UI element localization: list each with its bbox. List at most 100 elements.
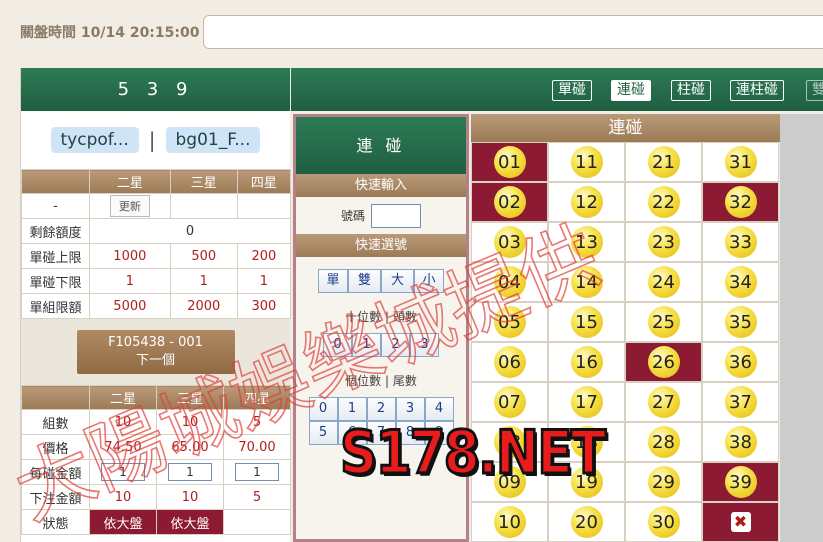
table-cell: 1000 bbox=[89, 243, 171, 269]
number-cell[interactable]: 34 bbox=[702, 262, 779, 302]
number-cell[interactable]: 35 bbox=[702, 302, 779, 342]
number-cell[interactable]: 01 bbox=[471, 142, 548, 182]
tab-combo[interactable]: 連碰 bbox=[611, 80, 651, 101]
number-cell[interactable]: 05 bbox=[471, 302, 548, 342]
odd-button[interactable]: 單 bbox=[318, 269, 348, 293]
refresh-button[interactable]: 更新 bbox=[109, 195, 150, 217]
tab-column[interactable]: 柱碰 bbox=[671, 80, 711, 101]
tens-digit-button[interactable]: 0 bbox=[323, 333, 352, 357]
number-cell[interactable]: 15 bbox=[548, 302, 625, 342]
number-cell[interactable]: 36 bbox=[702, 342, 779, 382]
number-ball: 33 bbox=[724, 226, 757, 258]
number-cell[interactable]: 03 bbox=[471, 222, 548, 262]
table-header: 四星 bbox=[223, 385, 291, 410]
number-ball: 26 bbox=[647, 346, 680, 378]
account-chip[interactable]: tycpof... bbox=[50, 127, 139, 153]
limit-table: 二星 三星 四星 - 更新 剩餘額度 0 單碰上限 1000 500 200 單… bbox=[21, 169, 292, 319]
row-label: 組數 bbox=[21, 409, 90, 435]
table-header: 四星 bbox=[236, 169, 292, 194]
stake-input[interactable]: 1 bbox=[168, 463, 212, 481]
table-cell: 1 bbox=[89, 459, 157, 485]
number-cell[interactable]: 17 bbox=[548, 382, 625, 422]
number-cell[interactable]: 16 bbox=[548, 342, 625, 382]
next-button-code: F105438 - 001 bbox=[108, 335, 203, 350]
number-cell[interactable]: 12 bbox=[548, 182, 625, 222]
number-ball: 01 bbox=[493, 146, 526, 178]
units-digit-button[interactable]: 0 bbox=[308, 397, 338, 421]
tens-digit-button[interactable]: 3 bbox=[410, 333, 439, 357]
units-digit-button[interactable]: 5 bbox=[308, 421, 338, 445]
number-cell[interactable]: 06 bbox=[471, 342, 548, 382]
units-label: 個位數 | 尾數 bbox=[345, 374, 417, 388]
number-cell[interactable]: 20 bbox=[548, 502, 625, 542]
number-ball: 07 bbox=[493, 386, 526, 418]
number-ball: 29 bbox=[647, 466, 680, 498]
tens-buttons: 0 1 2 3 bbox=[296, 333, 466, 357]
stake-input[interactable]: 1 bbox=[235, 463, 279, 481]
stake-input[interactable]: 1 bbox=[101, 463, 145, 481]
table-header: 二星 bbox=[89, 169, 171, 194]
number-cell[interactable]: 14 bbox=[548, 262, 625, 302]
number-cell[interactable]: 10 bbox=[471, 502, 548, 542]
account-chip[interactable]: bg01_F... bbox=[165, 127, 261, 153]
number-cell[interactable]: 11 bbox=[548, 142, 625, 182]
tens-digit-button[interactable]: 1 bbox=[352, 333, 381, 357]
number-ball: 06 bbox=[493, 346, 526, 378]
number-cell[interactable]: 22 bbox=[625, 182, 702, 222]
number-cell[interactable]: 38 bbox=[702, 422, 779, 462]
number-ball: 20 bbox=[570, 506, 603, 538]
tens-label: 十位數 | 頭數 bbox=[345, 310, 417, 324]
small-button[interactable]: 小 bbox=[414, 269, 444, 293]
number-cell[interactable]: 13 bbox=[548, 222, 625, 262]
number-cell[interactable]: 21 bbox=[625, 142, 702, 182]
number-cell[interactable]: 02 bbox=[471, 182, 548, 222]
table-header: 三星 bbox=[156, 385, 224, 410]
number-cell[interactable]: 28 bbox=[625, 422, 702, 462]
number-cell[interactable]: 04 bbox=[471, 262, 548, 302]
table-cell: 10 bbox=[89, 484, 157, 510]
number-cell[interactable]: 33 bbox=[702, 222, 779, 262]
number-cell[interactable]: 24 bbox=[625, 262, 702, 302]
tens-digit-button[interactable]: 2 bbox=[381, 333, 410, 357]
tab-column-combo[interactable]: 連柱碰 bbox=[730, 80, 784, 101]
code-label: 號碼 bbox=[340, 209, 365, 223]
tab-double[interactable]: 雙 bbox=[806, 80, 823, 101]
number-ball: 11 bbox=[570, 146, 603, 178]
number-cell[interactable]: 26 bbox=[625, 342, 702, 382]
number-ball: 39 bbox=[724, 466, 757, 498]
even-button[interactable]: 雙 bbox=[348, 269, 381, 293]
number-cell[interactable]: 27 bbox=[625, 382, 702, 422]
left-panel: 5 3 9 tycpof... | bg01_F... 二星 三星 四星 - 更… bbox=[20, 68, 292, 542]
number-cell[interactable]: 25 bbox=[625, 302, 702, 342]
tab-single[interactable]: 單碰 bbox=[552, 80, 592, 101]
number-cell[interactable]: 07 bbox=[471, 382, 548, 422]
clear-selection-button[interactable]: ✖ bbox=[702, 502, 779, 542]
number-cell[interactable]: 39 bbox=[702, 462, 779, 502]
number-cell[interactable]: 37 bbox=[702, 382, 779, 422]
table-cell: 74.50 bbox=[89, 434, 157, 460]
status-badge: 依大盤 bbox=[156, 509, 224, 535]
number-cell[interactable]: 30 bbox=[625, 502, 702, 542]
table-cell: 1 bbox=[156, 459, 224, 485]
number-cell[interactable]: 29 bbox=[625, 462, 702, 502]
number-ball: 05 bbox=[493, 306, 526, 338]
close-time-field[interactable] bbox=[203, 15, 823, 49]
row-label: 每碰金額 bbox=[21, 459, 90, 485]
number-ball: 24 bbox=[647, 266, 680, 298]
row-label: 單碰下限 bbox=[21, 268, 90, 294]
number-cell[interactable]: 32 bbox=[702, 182, 779, 222]
number-cell[interactable]: 31 bbox=[702, 142, 779, 182]
next-button[interactable]: F105438 - 001 下一個 bbox=[76, 330, 235, 374]
number-cell[interactable]: 23 bbox=[625, 222, 702, 262]
game-title: 5 3 9 bbox=[21, 68, 290, 111]
table-cell: 65.00 bbox=[156, 434, 224, 460]
close-icon[interactable]: ✖ bbox=[730, 512, 751, 532]
table-cell: 5 bbox=[223, 484, 291, 510]
table-header bbox=[21, 385, 90, 410]
big-button[interactable]: 大 bbox=[381, 269, 414, 293]
code-input[interactable] bbox=[371, 203, 421, 228]
table-cell: 200 bbox=[236, 243, 292, 269]
number-ball: 25 bbox=[647, 306, 680, 338]
number-ball: 36 bbox=[724, 346, 757, 378]
bet-table: 二星 三星 四星 組數 10 10 5 價格 74.50 65.00 70.00… bbox=[21, 385, 291, 535]
